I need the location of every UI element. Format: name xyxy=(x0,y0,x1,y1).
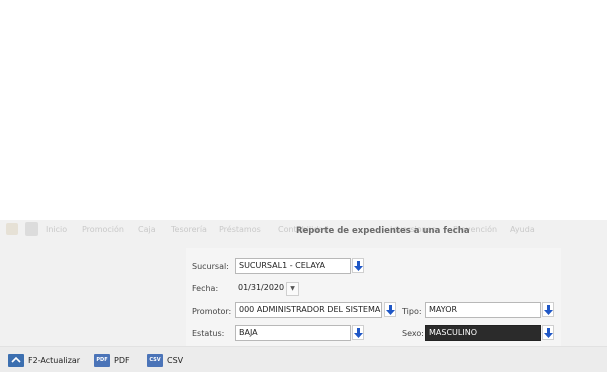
fecha-dropdown-button[interactable]: ▼ xyxy=(286,282,299,296)
csv-icon: CSV xyxy=(147,354,163,367)
fecha-label: Fecha: xyxy=(192,284,219,293)
chevron-down-icon: ▼ xyxy=(290,285,295,292)
arrow-down-icon xyxy=(543,327,553,338)
csv-button[interactable]: CSV CSV xyxy=(147,354,183,367)
fecha-field[interactable]: 01/31/2020 xyxy=(235,281,285,297)
csv-label: CSV xyxy=(167,356,184,365)
sexo-field[interactable]: MASCULINO xyxy=(425,325,541,341)
user-icon xyxy=(25,222,38,236)
sucursal-dropdown-button[interactable] xyxy=(352,258,364,273)
promotor-label: Promotor: xyxy=(192,307,232,316)
sexo-label: Sexo: xyxy=(402,329,424,338)
tipo-label: Tipo: xyxy=(402,307,422,316)
menu-item-tesoreria[interactable]: Tesorería xyxy=(171,225,207,234)
pdf-icon: PDF xyxy=(94,354,110,367)
menu-item-ayuda[interactable]: Ayuda xyxy=(510,225,535,234)
estatus-label: Estatus: xyxy=(192,329,225,338)
sexo-dropdown-button[interactable] xyxy=(542,325,554,340)
pdf-button[interactable]: PDF PDF xyxy=(94,354,130,367)
menu-item-promocion[interactable]: Promoción xyxy=(82,225,124,234)
refresh-button[interactable]: F2-Actualizar xyxy=(8,354,80,367)
window-title: Reporte de expedientes a una fecha xyxy=(296,226,470,236)
refresh-label: F2-Actualizar xyxy=(28,356,81,365)
estatus-field[interactable]: BAJA xyxy=(235,325,351,341)
menu-item-prestamos[interactable]: Préstamos xyxy=(219,225,261,234)
arrow-down-icon xyxy=(543,304,553,315)
sucursal-field[interactable]: SUCURSAL1 - CELAYA xyxy=(235,258,351,274)
pdf-label: PDF xyxy=(114,356,130,365)
menu-item-caja[interactable]: Caja xyxy=(138,225,156,234)
refresh-icon xyxy=(8,354,24,367)
tipo-dropdown-button[interactable] xyxy=(542,302,554,317)
arrow-down-icon xyxy=(353,327,363,338)
promotor-dropdown-button[interactable] xyxy=(384,302,396,317)
tipo-field[interactable]: MAYOR xyxy=(425,302,541,318)
estatus-dropdown-button[interactable] xyxy=(352,325,364,340)
app-logo-icon xyxy=(6,223,18,235)
promotor-field[interactable]: 000 ADMINISTRADOR DEL SISTEMA xyxy=(235,302,382,318)
sucursal-label: Sucursal: xyxy=(192,262,229,271)
arrow-down-icon xyxy=(353,260,363,271)
arrow-down-icon xyxy=(385,304,395,315)
menu-item-inicio[interactable]: Inicio xyxy=(46,225,67,234)
bottom-toolbar: F2-Actualizar PDF PDF CSV CSV xyxy=(0,346,607,372)
